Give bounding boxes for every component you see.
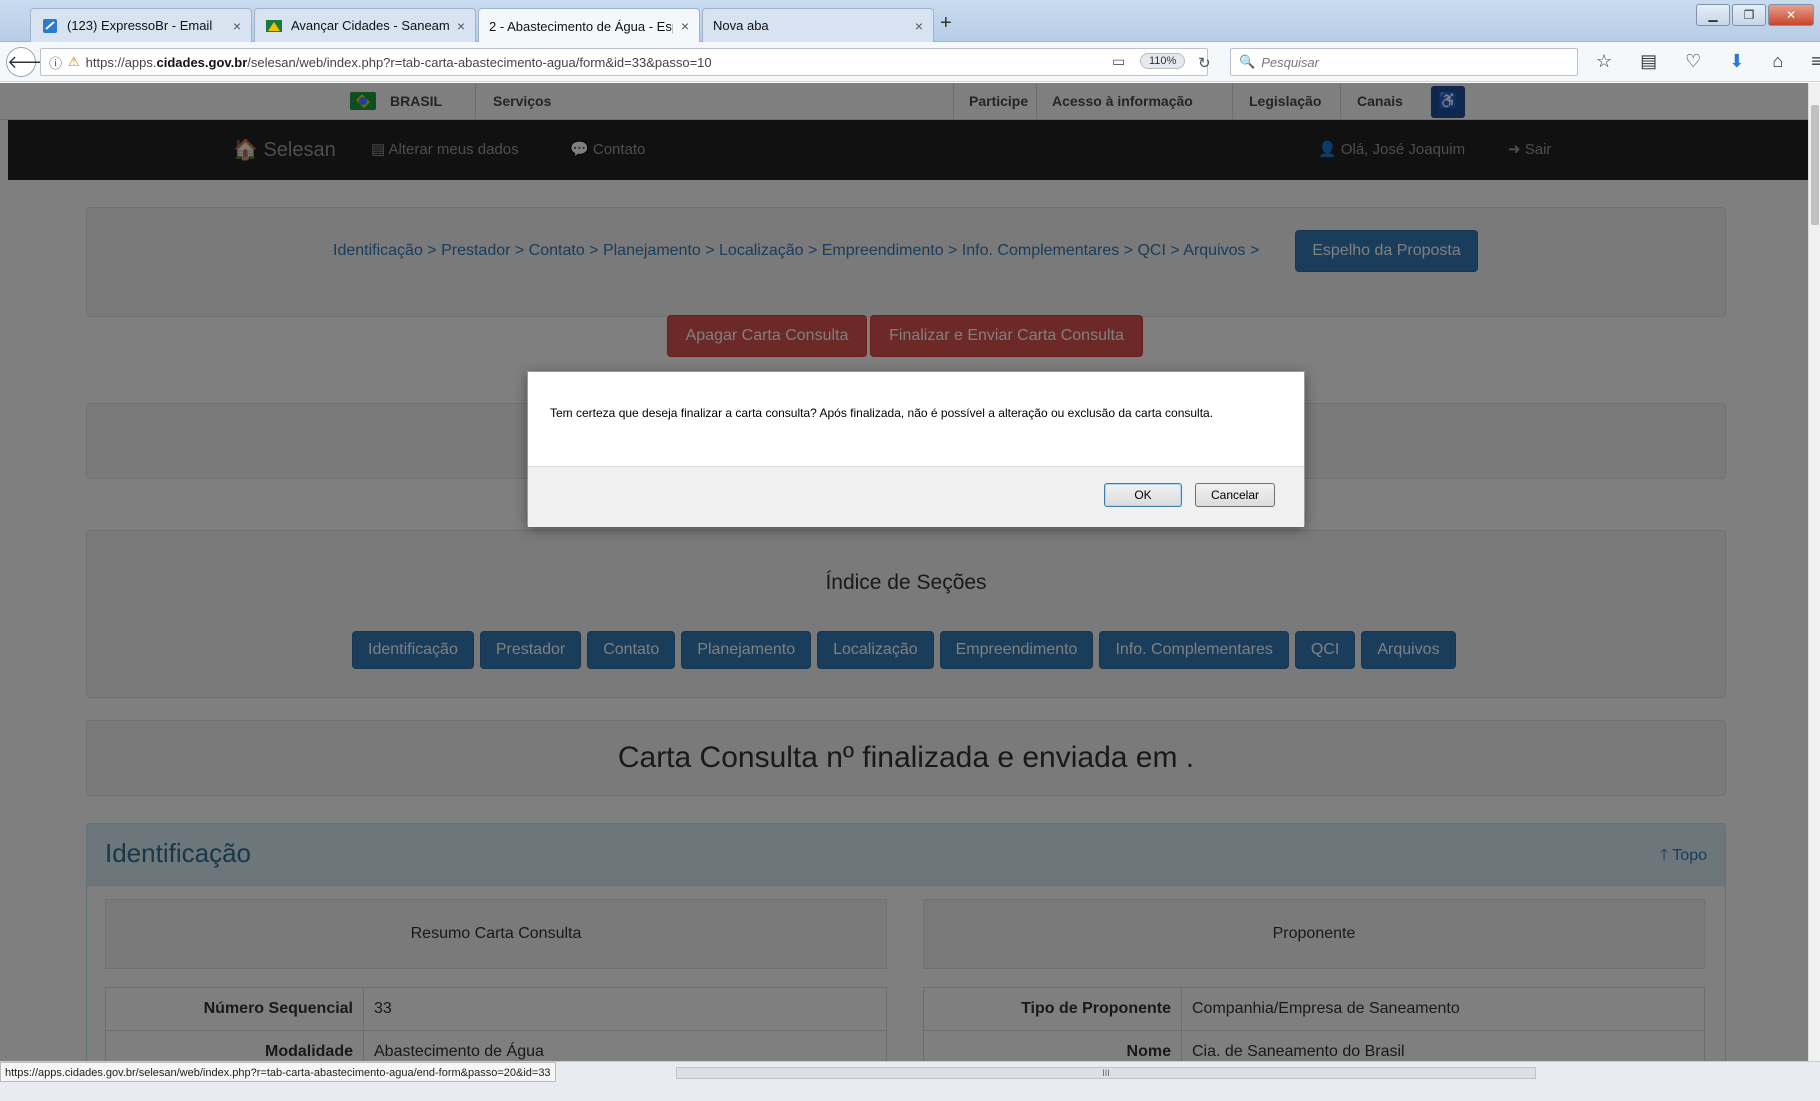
- close-window-icon[interactable]: ✕: [1768, 4, 1814, 26]
- browser-nav-bar: 🡐 ⓘ ⚠ https://apps.cidades.gov.br/selesa…: [0, 42, 1820, 82]
- zoom-level[interactable]: 110%: [1140, 53, 1186, 69]
- url-path: /selesan/web/index.php?r=tab-carta-abast…: [247, 54, 712, 70]
- tab-close-icon[interactable]: ×: [681, 18, 689, 34]
- tab-title: 2 - Abastecimento de Água - Esp: [489, 18, 673, 34]
- browser-status-bar: https://apps.cidades.gov.br/selesan/web/…: [0, 1061, 1820, 1101]
- horizontal-scrollbar[interactable]: III: [676, 1067, 1536, 1079]
- search-placeholder: Pesquisar: [1261, 54, 1319, 70]
- web-page: BRASIL Serviços Participe Acesso à infor…: [0, 83, 1808, 1061]
- tab-close-icon[interactable]: ×: [915, 18, 923, 34]
- expresso-favicon-icon: [41, 17, 59, 35]
- window-controls: ▁ ❐ ✕: [1696, 4, 1814, 26]
- tab-title: (123) ExpressoBr - Email: [67, 18, 213, 33]
- lock-warning-icon[interactable]: ⚠: [68, 54, 80, 70]
- status-url: https://apps.cidades.gov.br/selesan/web/…: [0, 1062, 556, 1082]
- browser-tab-active[interactable]: 2 - Abastecimento de Água - Esp ×: [478, 8, 700, 43]
- avancar-favicon-icon: [265, 17, 283, 35]
- menu-icon[interactable]: ≡: [1811, 51, 1820, 72]
- toolbar-icons: ☆ ▤ ♡ ⬇ ⌂ ≡: [1596, 51, 1820, 72]
- dialog-message: Tem certeza que deseja finalizar a carta…: [550, 406, 1214, 420]
- browser-tab-bar: (123) ExpressoBr - Email × Avançar Cidad…: [0, 0, 1820, 43]
- tab-close-icon[interactable]: ×: [457, 18, 465, 34]
- pocket-icon[interactable]: ♡: [1685, 51, 1701, 72]
- page-scrollbar[interactable]: [1808, 83, 1820, 1061]
- tab-title: Avançar Cidades - Saneamen: [291, 18, 449, 33]
- scrollbar-thumb[interactable]: [1811, 105, 1819, 225]
- download-icon[interactable]: ⬇: [1729, 51, 1744, 72]
- reading-list-icon[interactable]: ▤: [1640, 51, 1657, 72]
- info-icon[interactable]: ⓘ: [49, 53, 62, 72]
- bookmark-star-icon[interactable]: ☆: [1596, 51, 1612, 72]
- tab-close-icon[interactable]: ×: [233, 18, 241, 34]
- home-icon[interactable]: ⌂: [1772, 51, 1783, 72]
- browser-tab-avancar[interactable]: Avançar Cidades - Saneamen ×: [254, 8, 476, 42]
- reload-icon[interactable]: ↻: [1198, 54, 1211, 72]
- new-tab-button[interactable]: +: [940, 12, 952, 35]
- ok-button[interactable]: OK: [1104, 483, 1182, 507]
- dialog-footer: OK Cancelar: [528, 466, 1304, 527]
- confirm-dialog: Tem certeza que deseja finalizar a carta…: [527, 371, 1305, 527]
- cancel-button[interactable]: Cancelar: [1195, 483, 1275, 507]
- url-prefix: https://apps.: [85, 54, 157, 70]
- minimize-icon[interactable]: ▁: [1696, 4, 1730, 26]
- url-domain: cidades.gov.br: [156, 54, 248, 70]
- browser-tab-nova-aba[interactable]: Nova aba ×: [702, 8, 934, 42]
- search-icon: 🔍: [1239, 54, 1256, 69]
- tab-title: Nova aba: [713, 18, 769, 33]
- reader-view-icon[interactable]: ▭: [1112, 53, 1125, 70]
- maximize-icon[interactable]: ❐: [1732, 4, 1766, 26]
- back-arrow-icon[interactable]: 🡐: [6, 47, 55, 77]
- modal-backdrop[interactable]: [0, 83, 1808, 1061]
- browser-tab-expresso[interactable]: (123) ExpressoBr - Email ×: [30, 8, 252, 42]
- search-input[interactable]: 🔍 Pesquisar: [1230, 48, 1578, 76]
- url-bar[interactable]: ⓘ ⚠ https://apps.cidades.gov.br/selesan/…: [40, 48, 1208, 76]
